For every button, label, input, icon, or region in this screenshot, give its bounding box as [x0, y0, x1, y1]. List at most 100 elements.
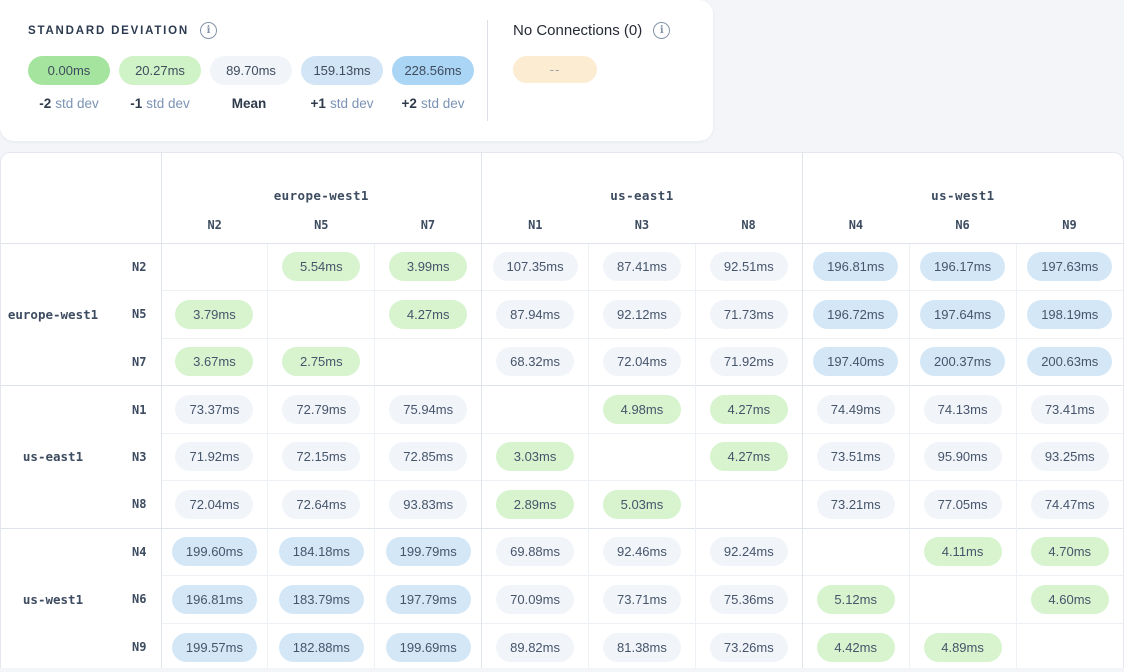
latency-pill[interactable]: 72.04ms	[603, 347, 681, 376]
latency-pill[interactable]: 74.49ms	[817, 395, 895, 424]
latency-pill[interactable]: 81.38ms	[603, 633, 681, 662]
latency-pill[interactable]: 87.94ms	[496, 300, 574, 329]
latency-pill[interactable]: 68.32ms	[496, 347, 574, 376]
latency-cell	[1016, 623, 1123, 668]
legend-card: STANDARD DEVIATION i 0.00ms -2std dev 20…	[0, 0, 713, 141]
latency-pill[interactable]: 200.37ms	[920, 347, 1005, 376]
latency-pill[interactable]: 75.36ms	[710, 585, 788, 614]
latency-cell: 4.60ms	[1016, 576, 1123, 624]
latency-pill[interactable]: 184.18ms	[279, 537, 364, 566]
latency-cell	[482, 386, 589, 434]
latency-pill[interactable]: 72.79ms	[282, 395, 360, 424]
latency-pill[interactable]: 5.03ms	[603, 490, 681, 519]
latency-pill[interactable]: 71.73ms	[710, 300, 788, 329]
latency-pill[interactable]: 107.35ms	[493, 252, 578, 281]
latency-pill[interactable]: 71.92ms	[710, 347, 788, 376]
latency-cell: 73.26ms	[695, 623, 802, 668]
legend-label-suffix: std dev	[330, 96, 374, 111]
latency-pill[interactable]: 197.63ms	[1027, 252, 1112, 281]
latency-pill[interactable]: 3.79ms	[175, 300, 253, 329]
latency-pill[interactable]: 95.90ms	[924, 442, 1002, 471]
latency-pill[interactable]: 73.37ms	[175, 395, 253, 424]
latency-pill[interactable]: 72.64ms	[282, 490, 360, 519]
col-group-header: us-west1	[802, 153, 1123, 207]
latency-pill[interactable]: 3.99ms	[389, 252, 467, 281]
latency-pill[interactable]: 89.82ms	[496, 633, 574, 662]
latency-pill[interactable]: 69.88ms	[496, 537, 574, 566]
latency-pill[interactable]: 75.94ms	[389, 395, 467, 424]
latency-pill[interactable]: 4.27ms	[389, 300, 467, 329]
no-connections-legend: No Connections (0) i --	[488, 0, 670, 141]
row-group-label: us-east1	[1, 386, 105, 529]
latency-pill[interactable]: 73.26ms	[710, 633, 788, 662]
latency-pill[interactable]: 72.15ms	[282, 442, 360, 471]
latency-cell: 81.38ms	[589, 623, 696, 668]
latency-pill[interactable]: 198.19ms	[1027, 300, 1112, 329]
latency-pill[interactable]: 2.89ms	[496, 490, 574, 519]
latency-pill[interactable]: 72.04ms	[175, 490, 253, 519]
row-node-label: N6	[105, 576, 161, 624]
latency-cell: 72.64ms	[268, 481, 375, 529]
latency-cell: 93.83ms	[375, 481, 482, 529]
latency-cell: 184.18ms	[268, 528, 375, 576]
latency-pill[interactable]: 93.25ms	[1031, 442, 1109, 471]
latency-pill[interactable]: 4.98ms	[603, 395, 681, 424]
row-node-label: N9	[105, 623, 161, 668]
latency-pill[interactable]: 197.64ms	[920, 300, 1005, 329]
latency-pill[interactable]: 4.27ms	[710, 442, 788, 471]
latency-pill[interactable]: 93.83ms	[389, 490, 467, 519]
latency-pill[interactable]: 196.72ms	[813, 300, 898, 329]
latency-pill[interactable]: 199.79ms	[386, 537, 471, 566]
latency-pill[interactable]: 196.81ms	[172, 585, 257, 614]
latency-pill[interactable]: 4.27ms	[710, 395, 788, 424]
latency-pill[interactable]: 5.12ms	[817, 585, 895, 614]
latency-cell: 4.98ms	[589, 386, 696, 434]
latency-cell: 72.85ms	[375, 433, 482, 481]
latency-pill[interactable]: 92.12ms	[603, 300, 681, 329]
latency-pill[interactable]: 74.47ms	[1031, 490, 1109, 519]
no-connections-info-icon[interactable]: i	[653, 22, 670, 39]
latency-cell	[375, 338, 482, 386]
std-dev-legend: STANDARD DEVIATION i 0.00ms -2std dev 20…	[0, 0, 487, 141]
latency-pill[interactable]: 196.81ms	[813, 252, 898, 281]
latency-pill[interactable]: 73.51ms	[817, 442, 895, 471]
latency-pill[interactable]: 200.63ms	[1027, 347, 1112, 376]
latency-pill[interactable]: 199.69ms	[386, 633, 471, 662]
latency-pill[interactable]: 196.17ms	[920, 252, 1005, 281]
latency-pill[interactable]: 73.41ms	[1031, 395, 1109, 424]
latency-pill[interactable]: 5.54ms	[282, 252, 360, 281]
latency-pill[interactable]: 92.24ms	[710, 537, 788, 566]
latency-pill[interactable]: 77.05ms	[924, 490, 1002, 519]
std-dev-info-icon[interactable]: i	[200, 22, 217, 39]
latency-pill[interactable]: 4.89ms	[924, 633, 1002, 662]
latency-cell: 73.37ms	[161, 386, 268, 434]
latency-pill[interactable]: 199.60ms	[172, 537, 257, 566]
latency-pill[interactable]: 197.40ms	[813, 347, 898, 376]
latency-pill[interactable]: 197.79ms	[386, 585, 471, 614]
latency-pill[interactable]: 71.92ms	[175, 442, 253, 471]
latency-cell	[161, 243, 268, 291]
latency-pill[interactable]: 74.13ms	[924, 395, 1002, 424]
legend-item: 89.70ms Mean	[210, 56, 292, 111]
latency-pill[interactable]: 92.51ms	[710, 252, 788, 281]
latency-pill[interactable]: 72.85ms	[389, 442, 467, 471]
latency-pill[interactable]: 4.11ms	[924, 537, 1002, 566]
latency-pill[interactable]: 70.09ms	[496, 585, 574, 614]
legend-label-prefix: Mean	[232, 96, 267, 111]
legend-label: +2std dev	[392, 96, 474, 111]
latency-pill[interactable]: 182.88ms	[279, 633, 364, 662]
latency-pill[interactable]: 3.03ms	[496, 442, 574, 471]
latency-pill[interactable]: 73.71ms	[603, 585, 681, 614]
latency-pill[interactable]: 3.67ms	[175, 347, 253, 376]
latency-pill[interactable]: 92.46ms	[603, 537, 681, 566]
latency-cell: 198.19ms	[1016, 291, 1123, 339]
latency-pill[interactable]: 4.42ms	[817, 633, 895, 662]
latency-pill[interactable]: 73.21ms	[817, 490, 895, 519]
legend-item: 159.13ms +1std dev	[301, 56, 383, 111]
latency-pill[interactable]: 199.57ms	[172, 633, 257, 662]
latency-pill[interactable]: 87.41ms	[603, 252, 681, 281]
latency-pill[interactable]: 183.79ms	[279, 585, 364, 614]
latency-pill[interactable]: 4.60ms	[1031, 585, 1109, 614]
latency-pill[interactable]: 4.70ms	[1031, 537, 1109, 566]
latency-pill[interactable]: 2.75ms	[282, 347, 360, 376]
